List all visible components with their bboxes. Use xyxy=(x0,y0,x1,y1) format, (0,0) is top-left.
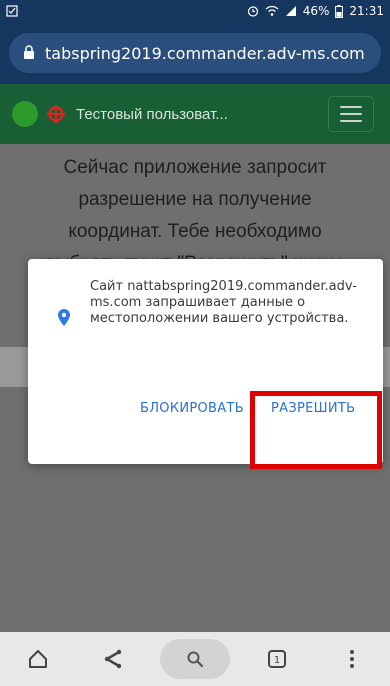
alarm-icon xyxy=(247,5,259,17)
allow-button[interactable]: РАЗРЕШИТЬ xyxy=(271,401,355,425)
more-icon[interactable] xyxy=(324,639,380,679)
browser-bottom-bar: 1 xyxy=(0,632,390,686)
search-icon[interactable] xyxy=(159,639,230,679)
wifi-icon xyxy=(265,5,279,17)
menu-line xyxy=(340,106,362,108)
menu-line xyxy=(340,120,362,122)
location-permission-dialog: Сайт nattabspring2019.commander.adv-ms.c… xyxy=(28,259,383,464)
crosshair-icon xyxy=(46,104,66,124)
url-bar[interactable]: tabspring2019.commander.adv-ms.com xyxy=(9,33,381,73)
menu-line xyxy=(340,113,362,115)
status-right: 46% 21:31 xyxy=(247,4,384,18)
user-name: Тестовый пользоват... xyxy=(76,105,228,123)
checkbox-icon xyxy=(6,5,18,17)
page-element-left xyxy=(0,347,28,387)
battery-level: 46% xyxy=(302,4,330,18)
location-pin-icon xyxy=(58,309,70,330)
share-icon[interactable] xyxy=(85,639,141,679)
lock-icon xyxy=(23,44,35,63)
menu-button[interactable] xyxy=(328,96,374,132)
clock: 21:31 xyxy=(349,4,384,18)
app-header: Тестовый пользоват... xyxy=(0,84,390,144)
status-bar: 46% 21:31 xyxy=(0,0,390,22)
status-left xyxy=(6,5,18,17)
permission-message: Сайт nattabspring2019.commander.adv-ms.c… xyxy=(90,279,357,326)
tab-count: 1 xyxy=(274,655,280,666)
browser-toolbar: tabspring2019.commander.adv-ms.com xyxy=(0,22,390,84)
battery-icon xyxy=(335,4,344,18)
page-element-right xyxy=(382,347,390,387)
signal-icon xyxy=(285,5,297,17)
block-button[interactable]: БЛОКИРОВАТЬ xyxy=(140,401,244,425)
tabs-icon[interactable]: 1 xyxy=(249,639,305,679)
status-dot xyxy=(12,101,38,127)
home-icon[interactable] xyxy=(10,639,66,679)
url-text: tabspring2019.commander.adv-ms.com xyxy=(45,43,365,63)
